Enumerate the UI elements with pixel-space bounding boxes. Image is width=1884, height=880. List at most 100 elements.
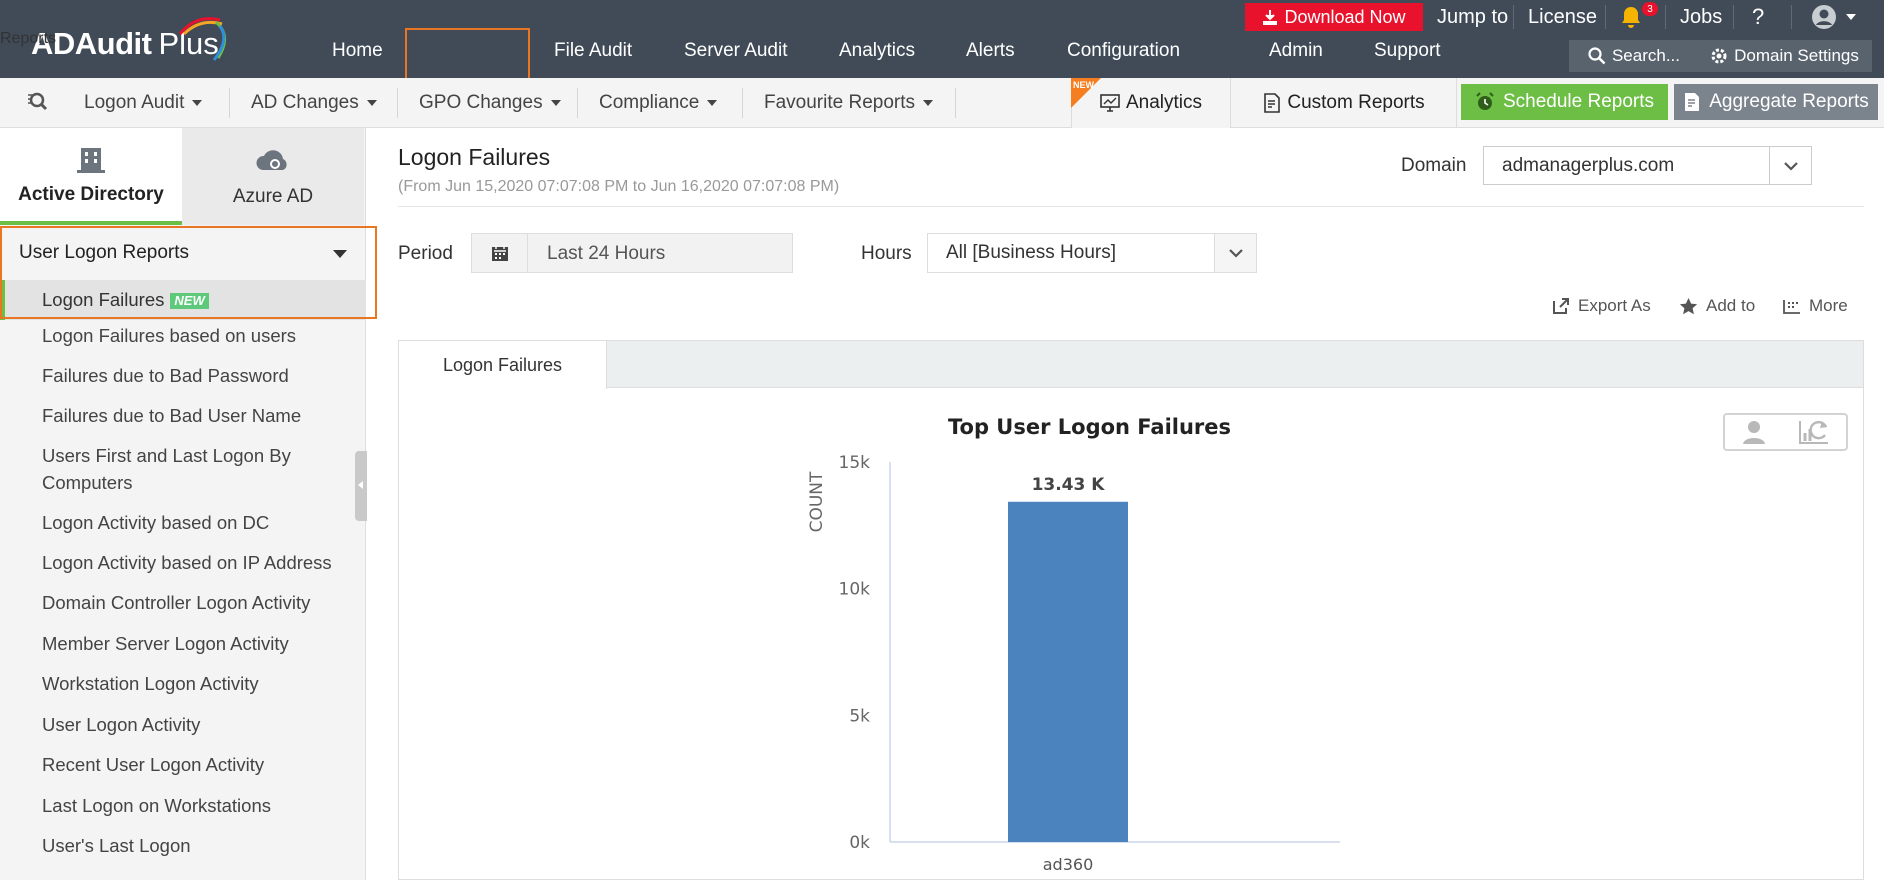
subnav-favourite-reports[interactable]: Favourite Reports (764, 92, 934, 114)
nav-configuration[interactable]: Configuration (1067, 40, 1180, 62)
search-button[interactable]: Search... (1569, 40, 1699, 72)
schedule-reports-button[interactable]: Schedule Reports (1461, 84, 1668, 120)
subnav-custom-reports[interactable]: Custom Reports (1232, 78, 1457, 128)
search-icon (1588, 47, 1606, 65)
tab-active-directory[interactable]: Active Directory (0, 128, 182, 225)
download-now-button[interactable]: Download Now (1245, 3, 1423, 31)
logo-swirl-icon (178, 17, 226, 61)
report-date-range: (From Jun 15,2020 07:07:08 PM to Jun 16,… (398, 178, 840, 195)
tab-active-directory-label: Active Directory (18, 183, 164, 205)
divider (955, 88, 956, 118)
menu-search-icon[interactable] (26, 91, 48, 113)
analytics-monitor-icon (1100, 94, 1120, 112)
user-filter-icon[interactable] (1739, 419, 1769, 445)
cloud-icon (256, 149, 287, 170)
chart-refresh-icon[interactable] (1798, 419, 1832, 445)
search-label: Search... (1611, 46, 1681, 65)
period-label: Period (398, 243, 453, 264)
sidebar-item-user-logon-activity[interactable]: User Logon Activity (0, 711, 366, 738)
subnav-logon-audit[interactable]: Logon Audit (84, 92, 203, 114)
nav-alerts[interactable]: Alerts (966, 40, 1015, 62)
notification-bell-icon[interactable] (1620, 5, 1642, 29)
domain-select[interactable]: admanagerplus.com (1483, 146, 1812, 185)
alarm-clock-icon (1476, 92, 1494, 110)
add-to-button[interactable]: Add to (1679, 296, 1755, 316)
tab-azure-ad[interactable]: Azure AD (182, 128, 364, 225)
sidebar-item-logon-activity-dc[interactable]: Logon Activity based on DC (0, 509, 366, 536)
chart-bar (1008, 501, 1128, 842)
chevron-down-icon (707, 99, 718, 106)
chevron-down-icon (1214, 234, 1256, 272)
sidebar-collapse-handle[interactable] (355, 451, 367, 521)
export-icon (1553, 298, 1569, 314)
nav-analytics[interactable]: Analytics (839, 40, 915, 62)
sidebar-item-users-first-last-logon[interactable]: Users First and Last Logon By Computers (0, 442, 366, 496)
divider (1665, 5, 1666, 29)
star-icon (1679, 298, 1698, 315)
sidebar-item-failures-bad-password[interactable]: Failures due to Bad Password (0, 362, 366, 389)
chart-title: Top User Logon Failures (948, 415, 1232, 439)
sidebar-item-workstation-logon[interactable]: Workstation Logon Activity (0, 670, 366, 697)
more-icon (1783, 300, 1800, 314)
divider (1791, 5, 1792, 29)
subnav-ad-changes[interactable]: AD Changes (251, 92, 377, 114)
period-picker[interactable]: Last 24 Hours (471, 233, 793, 273)
y-tick-label: 0k (849, 833, 870, 853)
chevron-down-icon (1846, 14, 1856, 20)
divider (1733, 5, 1734, 29)
subnav-compliance[interactable]: Compliance (599, 92, 718, 114)
sidebar-highlight-box (0, 226, 377, 319)
chevron-down-icon (550, 99, 561, 106)
period-value: Last 24 Hours (547, 243, 666, 264)
export-as-button[interactable]: Export As (1552, 296, 1651, 316)
export-as-label: Export As (1578, 296, 1651, 315)
aggregate-reports-button[interactable]: Aggregate Reports (1674, 84, 1878, 120)
subnav-favourite-reports-label: Favourite Reports (764, 92, 916, 113)
sidebar-item-users-last-logon[interactable]: User's Last Logon (0, 832, 366, 859)
divider (1513, 5, 1514, 29)
new-ribbon-label: NEW (1073, 80, 1094, 90)
reports-highlight-box (405, 28, 530, 82)
divider (742, 88, 743, 118)
license-link[interactable]: License (1528, 2, 1597, 32)
chevron-down-icon (923, 99, 934, 106)
aggregate-report-icon (1685, 93, 1700, 111)
tab-logon-failures[interactable]: Logon Failures (399, 341, 607, 389)
nav-reports[interactable]: Reports (0, 30, 56, 78)
help-icon[interactable]: ? (1752, 2, 1764, 32)
sidebar-item-dc-logon-activity[interactable]: Domain Controller Logon Activity (0, 589, 366, 616)
sidebar-item-failures-bad-user-name[interactable]: Failures due to Bad User Name (0, 402, 366, 429)
nav-server-audit[interactable]: Server Audit (684, 40, 788, 62)
nav-admin[interactable]: Admin (1269, 40, 1323, 62)
domain-select-value: admanagerplus.com (1502, 154, 1675, 176)
sidebar-item-logon-activity-ip[interactable]: Logon Activity based on IP Address (0, 549, 366, 576)
domain-settings-button[interactable]: Domain Settings (1697, 40, 1872, 72)
more-button[interactable]: More (1783, 296, 1848, 316)
y-tick-label: 15k (839, 453, 871, 473)
notification-badge: 3 (1642, 2, 1658, 16)
user-menu[interactable] (1810, 2, 1856, 32)
sidebar-item-recent-user-logon[interactable]: Recent User Logon Activity (0, 751, 366, 778)
sidebar-item-logon-failures-based-on-users[interactable]: Logon Failures based on users (0, 322, 366, 349)
y-axis-title: COUNT (807, 471, 827, 532)
subnav-gpo-changes[interactable]: GPO Changes (419, 92, 561, 114)
jump-to-link[interactable]: Jump to (1437, 2, 1508, 32)
tab-azure-ad-label: Azure AD (232, 185, 314, 207)
custom-reports-label: Custom Reports (1287, 92, 1425, 113)
nav-home[interactable]: Home (332, 40, 383, 62)
x-tick-label: ad360 (1043, 855, 1094, 874)
sidebar-item-last-logon-workstations[interactable]: Last Logon on Workstations (0, 792, 366, 819)
domain-settings-label: Domain Settings (1734, 46, 1859, 65)
jobs-link[interactable]: Jobs (1680, 2, 1722, 32)
nav-support[interactable]: Support (1374, 40, 1441, 62)
subnav-analytics-label: Analytics (1125, 92, 1203, 113)
divider (229, 88, 230, 118)
chevron-down-icon (366, 99, 377, 106)
hours-select[interactable]: All [Business Hours] (927, 233, 1257, 273)
divider (397, 88, 398, 118)
divider (398, 206, 1864, 207)
aggregate-reports-label: Aggregate Reports (1709, 91, 1869, 112)
sidebar-item-member-server-logon[interactable]: Member Server Logon Activity (0, 630, 366, 657)
user-avatar-icon (1812, 5, 1836, 29)
nav-file-audit[interactable]: File Audit (554, 40, 632, 62)
